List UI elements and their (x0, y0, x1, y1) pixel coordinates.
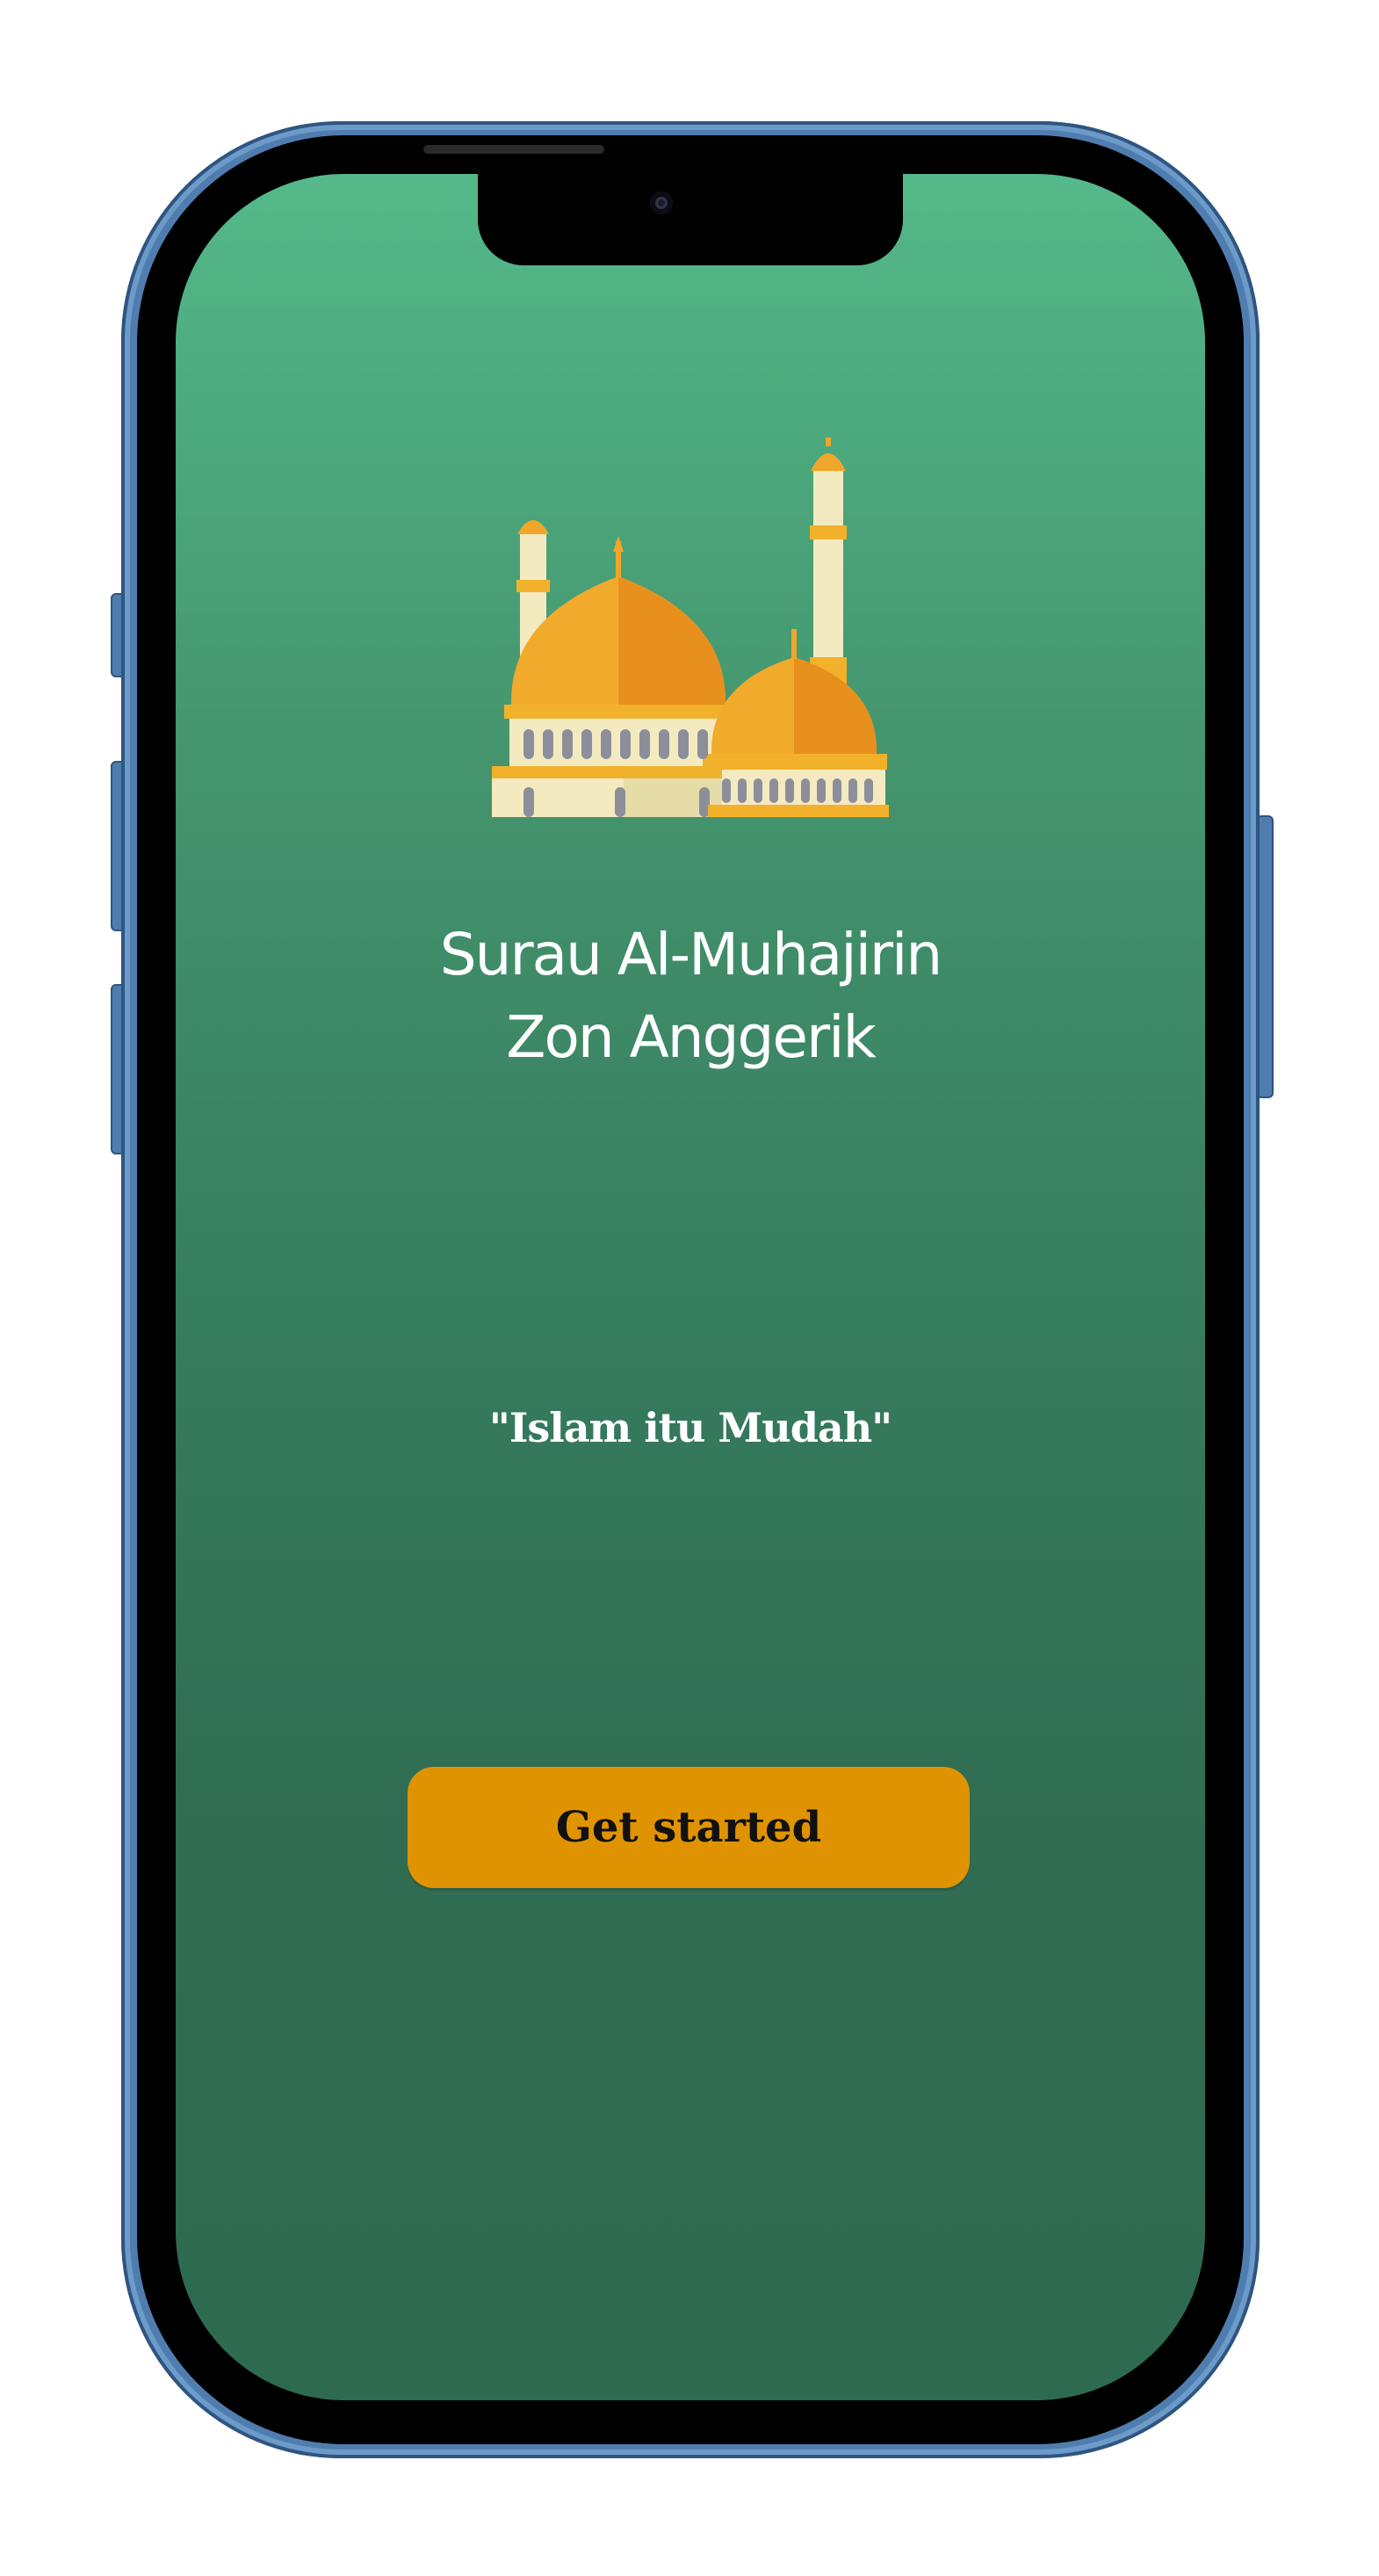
app-title-line1: Surau Al-Muhajirin (439, 921, 942, 988)
splash-screen: Surau Al-Muhajirin Zon Anggerik "Islam i… (176, 174, 1205, 2400)
camera-notch (478, 174, 903, 265)
tagline: "Islam itu Mudah" (488, 1404, 892, 1451)
app-title-line2: Zon Anggerik (506, 1003, 876, 1071)
front-camera-icon (650, 192, 673, 214)
earpiece-speaker (423, 145, 604, 154)
app-title: Surau Al-Muhajirin Zon Anggerik (176, 914, 1205, 1079)
mosque-icon (492, 438, 889, 817)
get-started-button[interactable]: Get started (408, 1767, 970, 1888)
